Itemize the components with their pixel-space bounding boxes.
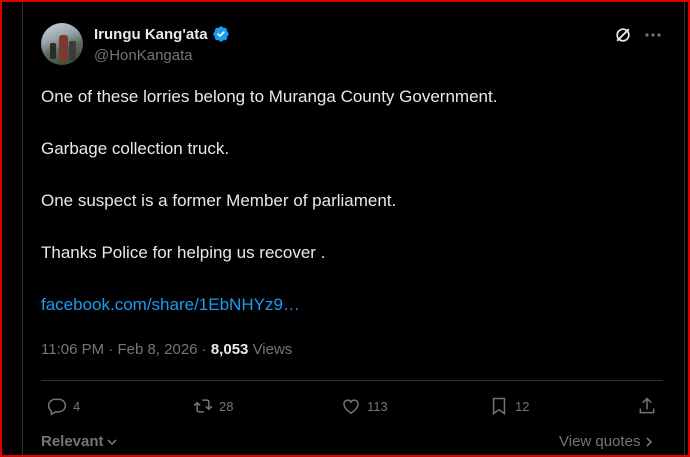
bookmark-count: 12 <box>515 398 530 414</box>
like-icon <box>343 399 359 414</box>
sort-dropdown[interactable]: Relevant <box>41 433 118 450</box>
views-label: Views <box>252 341 293 358</box>
repost-button[interactable]: 28 <box>193 396 233 416</box>
repost-icon <box>193 399 213 413</box>
post-text-line-1: One of these lorries belong to Muranga C… <box>41 87 498 106</box>
more-icon[interactable] <box>644 28 662 42</box>
screenshot-frame <box>0 0 690 457</box>
reply-count: 4 <box>73 398 81 414</box>
share-button[interactable] <box>637 396 657 416</box>
views-count: 8,053 <box>210 341 249 358</box>
grok-icon[interactable] <box>613 25 633 45</box>
author-name[interactable]: Irungu Kang'ata <box>94 26 208 43</box>
verified-badge-icon <box>212 26 229 42</box>
chevron-down-icon <box>106 438 117 445</box>
post-text-line-2: Garbage collection truck. <box>41 139 230 158</box>
like-count: 113 <box>367 398 388 414</box>
reply-icon <box>47 398 67 416</box>
post-link[interactable]: facebook.com/share/1EbNHYz9… <box>41 295 300 315</box>
post-date[interactable]: Feb 8, 2026 <box>117 341 197 358</box>
post-time[interactable]: 11:06 PM <box>41 341 104 358</box>
sort-label: Relevant <box>41 433 104 450</box>
post-text-line-4: Thanks Police for helping us recover . <box>41 243 326 262</box>
avatar[interactable] <box>41 23 83 65</box>
bookmark-icon <box>492 397 506 415</box>
chevron-right-icon <box>646 436 653 447</box>
repost-count: 28 <box>219 398 234 414</box>
share-icon <box>639 397 655 414</box>
divider <box>41 380 663 381</box>
like-button[interactable]: 113 <box>341 396 388 416</box>
reply-button[interactable]: 4 <box>47 396 80 416</box>
meta-separator: · <box>108 341 114 358</box>
post-text-line-3: One suspect is a former Member of parlia… <box>41 191 397 210</box>
view-quotes-link[interactable]: View quotes <box>559 433 654 450</box>
bookmark-button[interactable]: 12 <box>489 396 529 416</box>
timeline-right-border <box>684 0 685 457</box>
author-handle[interactable]: @HonKangata <box>94 47 193 64</box>
timeline-left-border <box>22 0 23 457</box>
view-quotes-label: View quotes <box>559 433 641 450</box>
post-meta: 11:06 PM · Feb 8, 2026 · 8,053 Views <box>41 341 292 358</box>
meta-separator: · <box>201 341 207 358</box>
author-name-row[interactable]: Irungu Kang'ata <box>94 25 230 43</box>
